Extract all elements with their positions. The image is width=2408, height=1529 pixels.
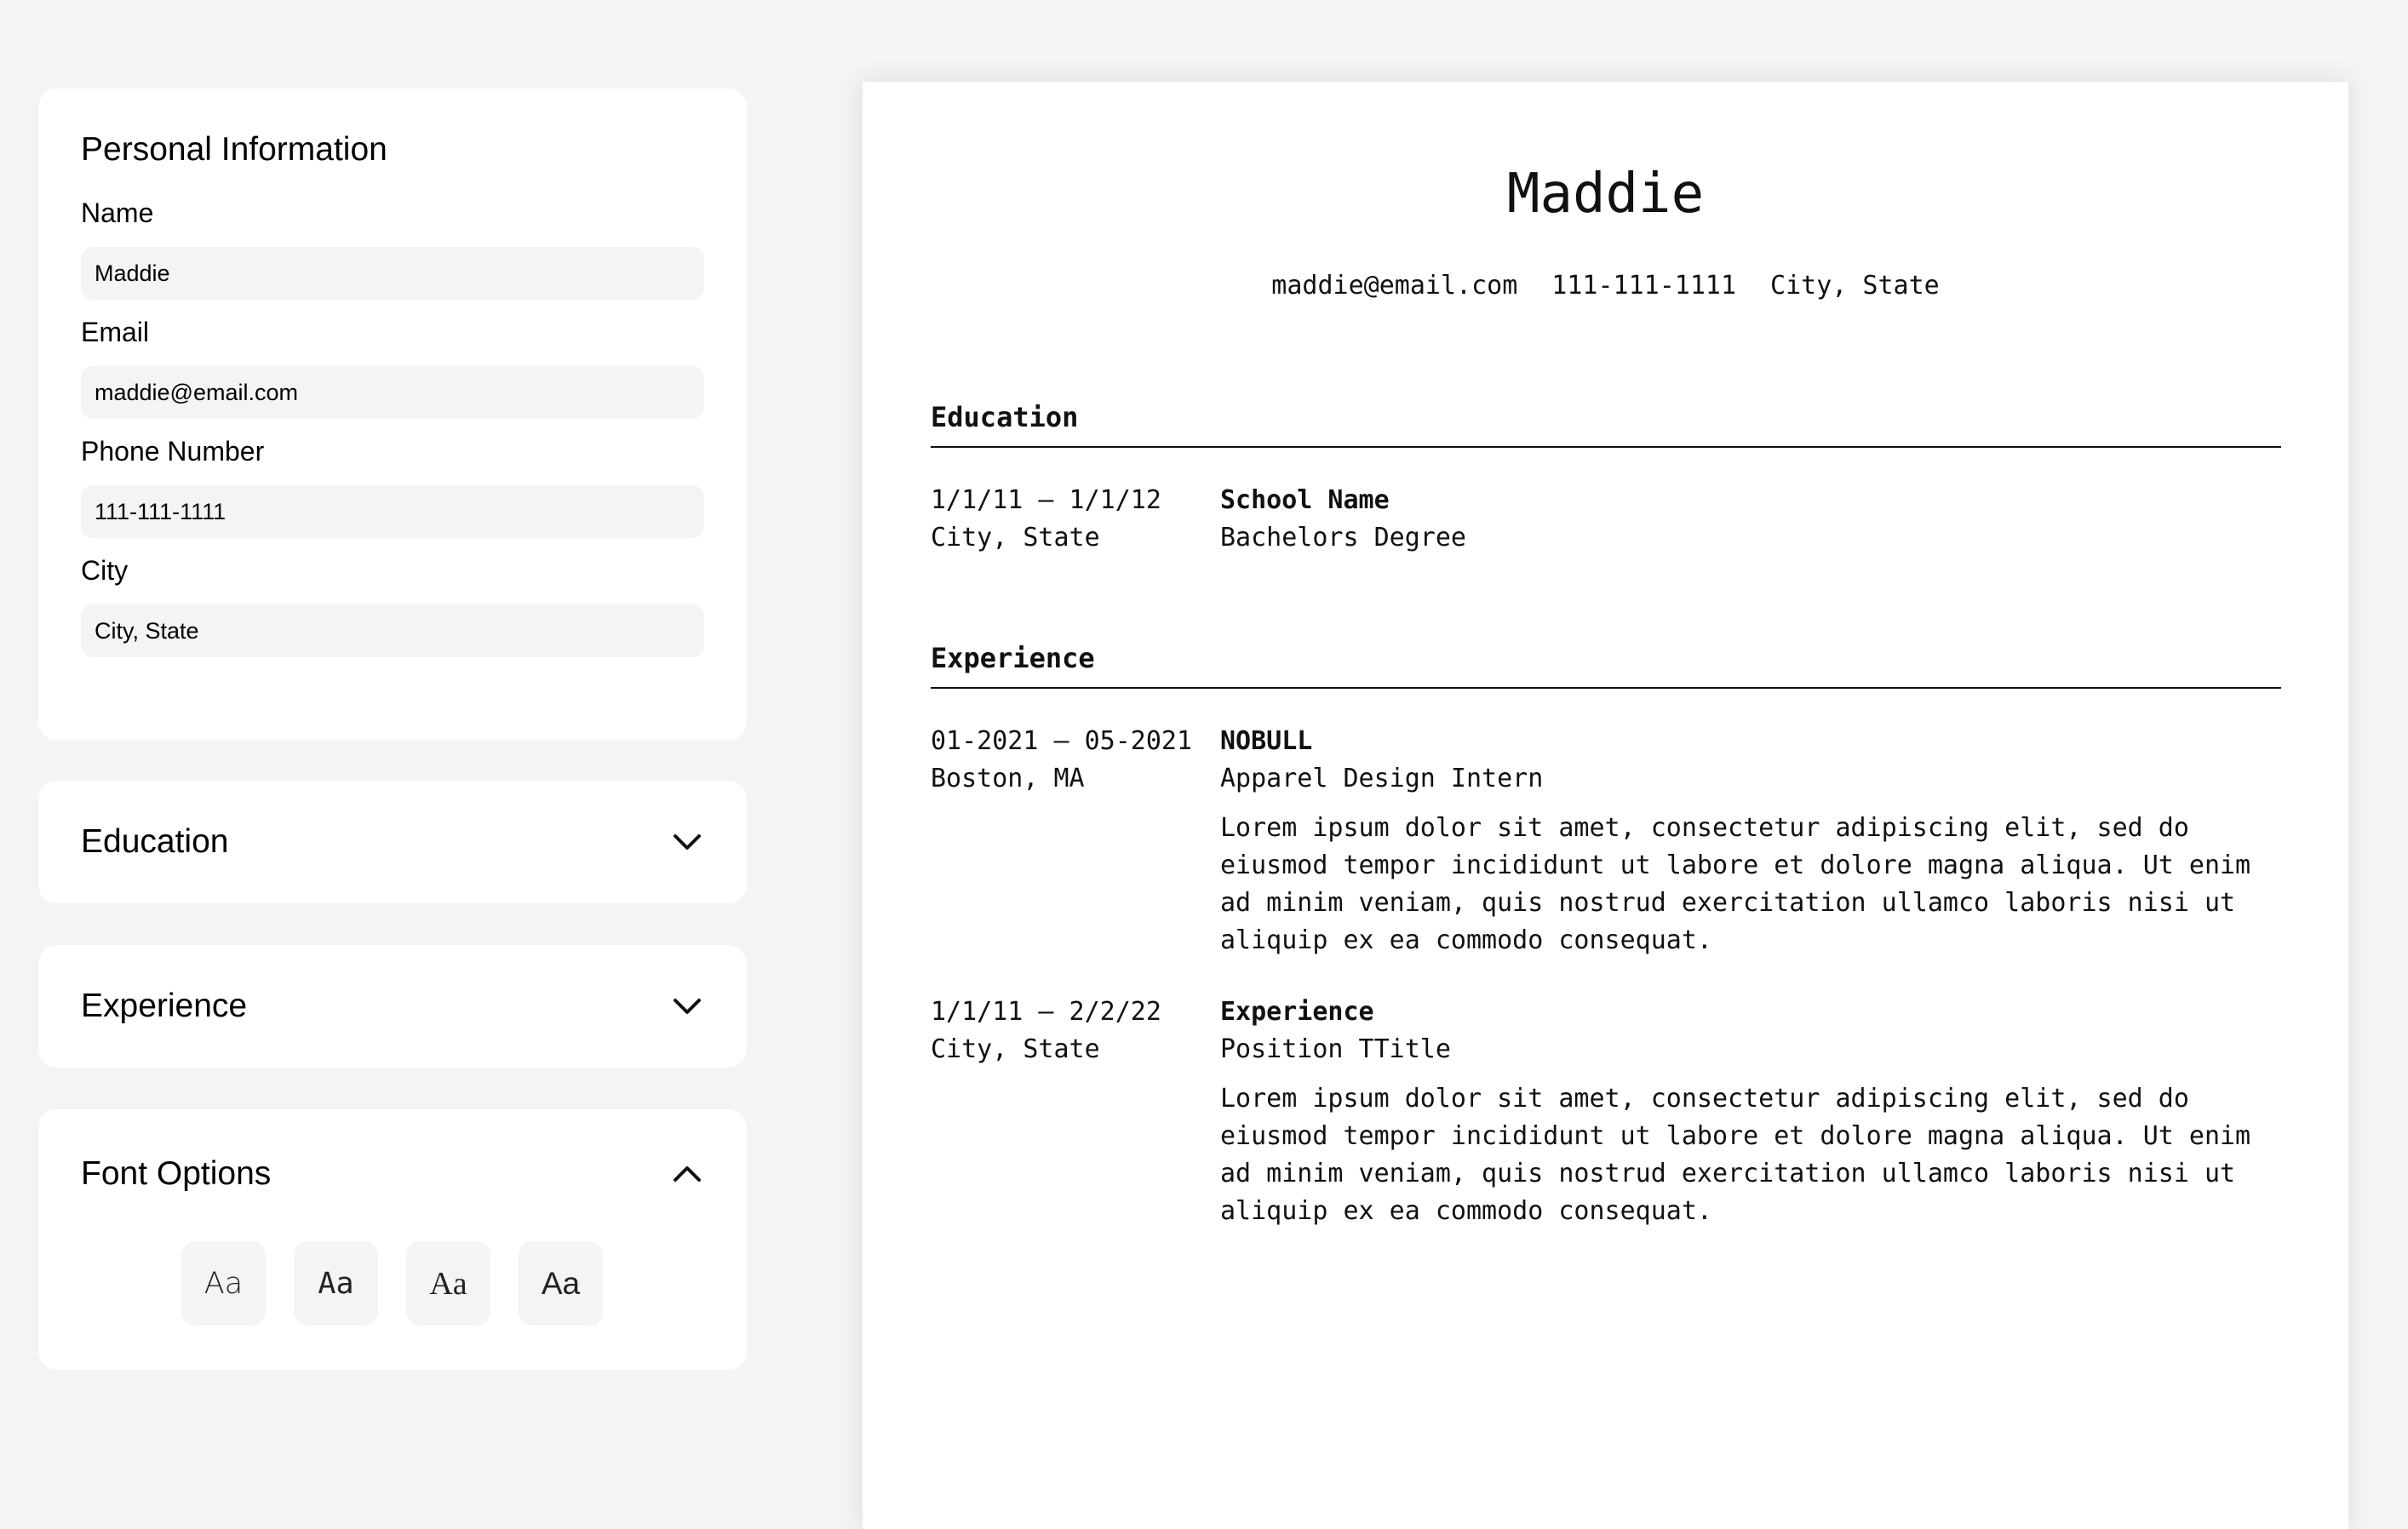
name-input[interactable]	[81, 247, 704, 300]
font-option-serif-button[interactable]: Aa	[406, 1241, 490, 1326]
resume-education-entry: 1/1/11 – 1/1/12 City, State School Name …	[931, 482, 2281, 557]
font-option-alt-sans-button[interactable]: Aa	[519, 1241, 603, 1326]
phone-input[interactable]	[81, 485, 704, 538]
resume-phone: 111-111-1111	[1551, 271, 1737, 301]
name-label: Name	[81, 198, 154, 228]
resume-experience-entry: 01-2021 – 05-2021 Boston, MA NOBULL Appa…	[931, 723, 2281, 959]
personal-information-card: Personal Information Name Email Phone Nu…	[38, 89, 747, 741]
experience-position: Position TTitle	[1220, 1034, 1451, 1064]
font-button-group: Aa Aa Aa Aa	[181, 1241, 603, 1326]
phone-label: Phone Number	[81, 436, 265, 467]
font-options-title: Font Options	[81, 1155, 272, 1192]
resume-experience-heading: Experience	[931, 641, 2281, 689]
education-degree: Bachelors Degree	[1220, 523, 1466, 553]
font-option-mono-button[interactable]: Aa	[294, 1241, 378, 1326]
resume-email: maddie@email.com	[1271, 271, 1518, 301]
education-location: City, State	[931, 523, 1100, 553]
experience-position: Apparel Design Intern	[1220, 764, 1544, 793]
resume-experience-entry: 1/1/11 – 2/2/22 City, State Experience P…	[931, 994, 2281, 1230]
resume-contact-line: maddie@email.com 111-111-1111 City, Stat…	[863, 269, 2348, 303]
city-input[interactable]	[81, 604, 704, 657]
experience-company: Experience	[1220, 997, 1374, 1027]
education-section-toggle[interactable]: Education	[38, 781, 747, 903]
experience-dates: 01-2021 – 05-2021	[931, 726, 1193, 756]
resume-preview: Maddie maddie@email.com 111-111-1111 Cit…	[863, 82, 2348, 1529]
experience-dates: 1/1/11 – 2/2/22	[931, 997, 1161, 1027]
chevron-down-icon[interactable]	[670, 989, 704, 1023]
resume-education-section: Education 1/1/11 – 1/1/12 City, State Sc…	[931, 400, 2281, 557]
education-school: School Name	[1220, 485, 1390, 515]
experience-location: Boston, MA	[931, 764, 1085, 793]
experience-description: Lorem ipsum dolor sit amet, consectetur …	[1220, 1084, 2251, 1226]
font-option-sans-button[interactable]: Aa	[181, 1241, 266, 1326]
experience-description: Lorem ipsum dolor sit amet, consectetur …	[1220, 813, 2251, 955]
email-label: Email	[81, 317, 150, 347]
personal-information-title: Personal Information	[81, 131, 387, 168]
font-options-card: Font Options Aa Aa Aa Aa	[38, 1109, 747, 1370]
resume-location: City, State	[1770, 271, 1940, 301]
font-options-toggle[interactable]: Font Options	[81, 1150, 704, 1198]
resume-name: Maddie	[1506, 163, 1705, 226]
experience-section-toggle[interactable]: Experience	[38, 945, 747, 1068]
experience-location: City, State	[931, 1034, 1100, 1064]
chevron-down-icon[interactable]	[670, 825, 704, 859]
email-input[interactable]	[81, 366, 704, 419]
experience-company: NOBULL	[1220, 726, 1313, 756]
education-section-title: Education	[81, 823, 229, 860]
resume-education-heading: Education	[931, 400, 2281, 448]
city-label: City	[81, 555, 129, 586]
education-dates: 1/1/11 – 1/1/12	[931, 485, 1161, 515]
resume-experience-section: Experience 01-2021 – 05-2021 Boston, MA …	[931, 641, 2281, 1230]
experience-section-title: Experience	[81, 988, 248, 1024]
chevron-up-icon[interactable]	[670, 1157, 704, 1191]
